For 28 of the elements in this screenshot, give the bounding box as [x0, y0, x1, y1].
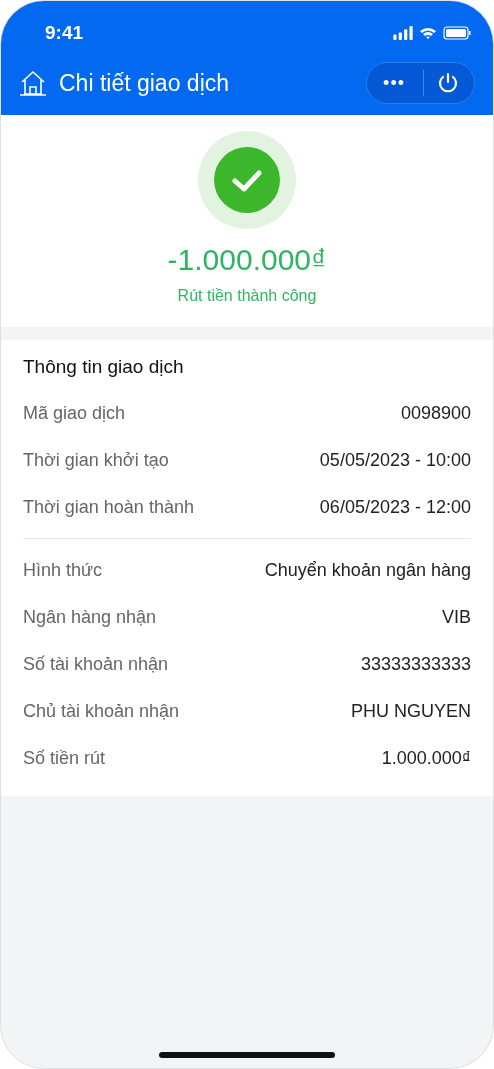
status-time: 9:41: [45, 22, 84, 44]
detail-label: Ngân hàng nhận: [23, 607, 157, 628]
detail-value: 1.000.000₫: [381, 748, 471, 769]
detail-label: Số tài khoản nhận: [23, 654, 169, 675]
success-check-icon: [198, 131, 296, 229]
wifi-icon: [419, 26, 437, 40]
detail-value: Chuyển khoản ngân hàng: [264, 560, 471, 581]
detail-value: 0098900: [400, 403, 471, 424]
screen-title: Chi tiết giao dịch: [59, 69, 231, 97]
detail-value: 06/05/2023 - 12:00: [319, 497, 471, 518]
detail-label: Thời gian hoàn thành: [23, 497, 194, 518]
signal-icon: [393, 26, 413, 40]
detail-value: 33333333333: [360, 654, 471, 675]
detail-value: VIB: [442, 607, 471, 628]
detail-label: Hình thức: [23, 560, 103, 581]
detail-value: 05/05/2023 - 10:00: [319, 450, 471, 471]
detail-value: PHU NGUYEN: [351, 701, 471, 722]
detail-label: Thời gian khởi tạo: [23, 450, 169, 471]
detail-label: Mã giao dịch: [23, 403, 126, 424]
home-icon[interactable]: [19, 69, 47, 97]
transaction-status: Rút tiền thành công: [177, 287, 317, 305]
power-icon[interactable]: [436, 71, 460, 95]
transaction-amount: -1.000.000₫: [167, 243, 327, 277]
detail-label: Số tiền rút: [23, 748, 106, 769]
more-button[interactable]: •••: [377, 72, 411, 94]
battery-icon: [443, 26, 471, 40]
detail-label: Chủ tài khoản nhận: [23, 701, 180, 722]
section-title: Thông tin giao dịch: [23, 356, 185, 378]
